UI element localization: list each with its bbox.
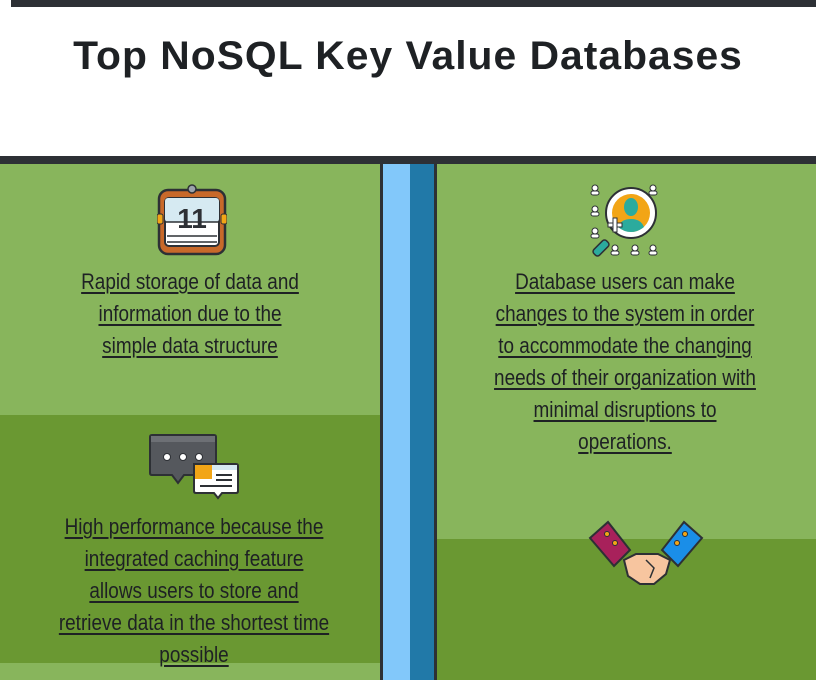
calendar-day-number: 11 — [177, 203, 207, 234]
feature-text-rapid-storage: Rapid storage of data and information du… — [81, 269, 299, 358]
section-divider-bar — [0, 156, 816, 164]
feature-text-flexibility: Database users can make changes to the s… — [494, 269, 756, 454]
top-bar — [11, 0, 816, 7]
user-search-icon — [585, 181, 665, 259]
calendar-icon: 11 — [156, 184, 228, 256]
center-divider-dark-stripe — [410, 164, 434, 680]
feature-text-high-performance: High performance because the integrated … — [58, 514, 330, 667]
center-divider-light-stripe — [383, 164, 410, 680]
chat-bubbles-icon — [148, 433, 240, 501]
page-title: Top NoSQL Key Value Databases — [73, 34, 743, 78]
handshake-icon — [588, 520, 704, 588]
center-divider-border-right — [434, 164, 437, 680]
